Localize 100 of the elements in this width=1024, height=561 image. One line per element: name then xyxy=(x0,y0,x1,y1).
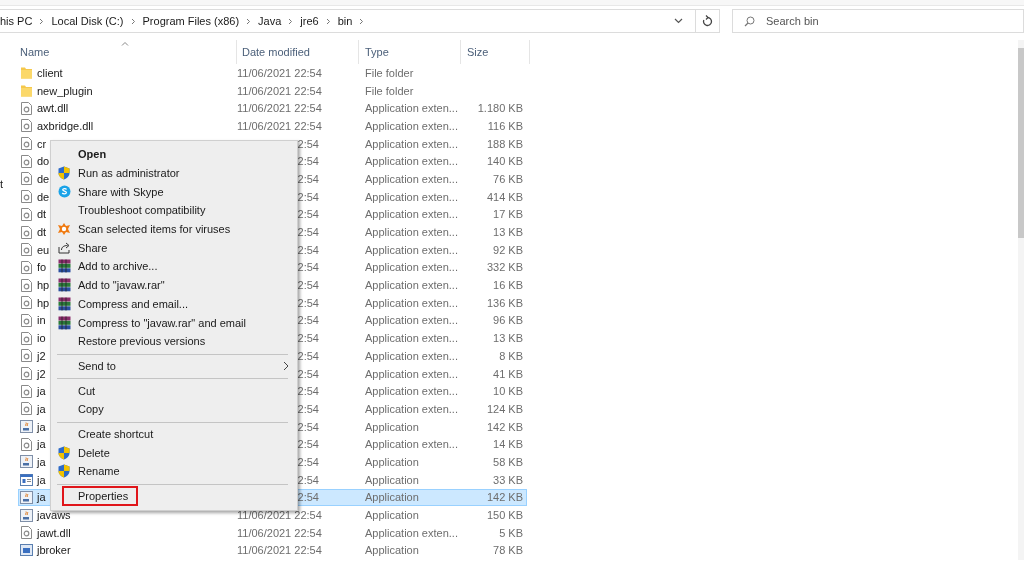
breadcrumb[interactable]: Java xyxy=(258,15,282,27)
chevron-icon[interactable] xyxy=(325,17,331,25)
file-gear-icon xyxy=(20,367,33,381)
menu-item[interactable]: Scan selected items for viruses xyxy=(51,219,297,239)
file-name[interactable]: jbroker xyxy=(37,544,71,557)
date-modified: 2:54 xyxy=(297,367,319,380)
menu-item[interactable]: Delete xyxy=(51,443,297,462)
column-header[interactable]: Name xyxy=(18,40,237,64)
file-type: Application exten... xyxy=(365,314,458,327)
search-field[interactable]: Search bin xyxy=(732,9,1024,33)
date-modified: 2:54 xyxy=(297,172,319,185)
file-type: Application exten... xyxy=(365,190,458,203)
file-name[interactable]: ja xyxy=(37,402,46,415)
file-name[interactable]: fo xyxy=(37,261,47,274)
chevron-icon[interactable] xyxy=(130,17,136,25)
file-size: 14 KB xyxy=(493,438,523,451)
file-name[interactable]: io xyxy=(37,332,46,345)
chevron-icon[interactable] xyxy=(39,17,45,25)
file-name[interactable]: ja xyxy=(37,438,46,451)
file-name[interactable]: jawt.dll xyxy=(37,526,71,539)
dropdown-icon[interactable] xyxy=(674,18,683,24)
file-size: 13 KB xyxy=(493,332,523,345)
book-stack-icon xyxy=(57,296,71,311)
file-name[interactable]: ja xyxy=(37,455,46,468)
menu-item[interactable]: Share xyxy=(51,238,297,258)
shield-icon xyxy=(58,166,70,181)
file-gear-icon xyxy=(20,349,33,363)
coffee-cup-icon xyxy=(20,420,33,434)
file-gear-icon xyxy=(20,437,33,451)
file-name[interactable]: client xyxy=(37,66,63,79)
file-type: Application exten... xyxy=(365,526,458,539)
file-gear-icon xyxy=(20,278,33,292)
menu-item[interactable]: Open xyxy=(51,145,297,164)
file-size: 41 KB xyxy=(493,367,523,380)
file-type: File folder xyxy=(365,84,414,97)
file-gear-icon xyxy=(20,313,33,327)
breadcrumb[interactable]: Program Files (x86) xyxy=(142,15,240,27)
breadcrumb[interactable]: jre6 xyxy=(300,15,319,27)
file-gear-icon xyxy=(20,207,33,221)
file-name[interactable]: ja xyxy=(37,420,46,433)
file-name[interactable]: hp xyxy=(37,296,50,309)
column-header[interactable]: Date modified xyxy=(237,40,359,64)
chevron-icon[interactable] xyxy=(288,17,294,25)
file-name[interactable]: ja xyxy=(37,491,46,504)
menu-item[interactable]: Properties xyxy=(62,485,138,506)
file-gear-icon xyxy=(20,243,33,257)
menu-item[interactable]: Create shortcut xyxy=(51,424,297,444)
file-type: Application exten... xyxy=(365,279,458,292)
file-name[interactable]: cr xyxy=(37,137,47,150)
date-modified: 11/06/2021 22:54 xyxy=(237,66,322,79)
file-name[interactable]: de xyxy=(37,172,50,185)
chevron-icon[interactable] xyxy=(359,17,365,25)
file-name[interactable]: ja xyxy=(37,473,46,486)
refresh-button[interactable] xyxy=(696,9,720,33)
menu-item[interactable]: Add to archive... xyxy=(51,257,297,276)
nav-item[interactable]: t xyxy=(0,178,4,190)
menu-item[interactable]: Send to xyxy=(51,356,297,376)
file-name[interactable]: j2 xyxy=(37,367,46,380)
file-name[interactable]: do xyxy=(37,155,50,168)
menu-item[interactable]: Run as administrator xyxy=(51,163,297,183)
search-icon xyxy=(744,16,755,27)
file-name[interactable]: ja xyxy=(37,385,46,398)
file-name[interactable]: dt xyxy=(37,208,47,221)
breadcrumb[interactable]: bin xyxy=(337,15,353,27)
file-size: 8 KB xyxy=(499,349,523,362)
file-name[interactable]: de xyxy=(37,190,50,203)
file-gear-icon xyxy=(20,296,33,310)
date-modified: 2:54 xyxy=(297,332,319,345)
menu-item[interactable]: Troubleshoot compatibility xyxy=(51,201,297,220)
menu-item[interactable]: Compress and email... xyxy=(51,294,297,314)
file-type: Application exten... xyxy=(365,438,458,451)
file-type: Application exten... xyxy=(365,261,458,274)
breadcrumb[interactable]: Local Disk (C:) xyxy=(51,15,124,27)
file-name[interactable]: j2 xyxy=(37,349,46,362)
column-header[interactable]: Size xyxy=(461,40,530,64)
file-size: 124 KB xyxy=(486,402,523,415)
file-type: Application exten... xyxy=(365,367,458,380)
address-bar[interactable]: his PC Local Disk (C:) Program Files (x86) Java jre6 bin xyxy=(0,9,696,33)
file-name[interactable]: eu xyxy=(37,243,50,256)
chevron-icon[interactable] xyxy=(246,17,252,25)
file-size: 332 KB xyxy=(486,261,523,274)
menu-item[interactable]: Add to "javaw.rar" xyxy=(51,275,297,295)
scrollbar[interactable] xyxy=(1018,40,1024,560)
menu-item[interactable]: Share with Skype xyxy=(51,182,297,202)
file-name[interactable]: javaws xyxy=(37,509,71,522)
breadcrumb[interactable]: his PC xyxy=(0,15,33,27)
file-name[interactable]: in xyxy=(37,314,46,327)
file-name[interactable]: hp xyxy=(37,279,50,292)
file-name[interactable]: new_plugin xyxy=(37,84,93,97)
file-name[interactable]: awt.dll xyxy=(37,102,69,115)
file-type: Application exten... xyxy=(365,137,458,150)
menu-item[interactable]: Rename xyxy=(51,462,297,481)
menu-item[interactable]: Cut xyxy=(51,381,297,400)
menu-item[interactable]: Restore previous versions xyxy=(51,331,297,351)
file-name[interactable]: dt xyxy=(37,226,47,239)
menu-item[interactable]: Copy xyxy=(51,399,297,419)
file-gear-icon xyxy=(20,402,33,416)
menu-item[interactable]: Compress to "javaw.rar" and email xyxy=(51,313,297,332)
column-header[interactable]: Type xyxy=(359,40,461,64)
file-name[interactable]: axbridge.dll xyxy=(37,119,94,132)
